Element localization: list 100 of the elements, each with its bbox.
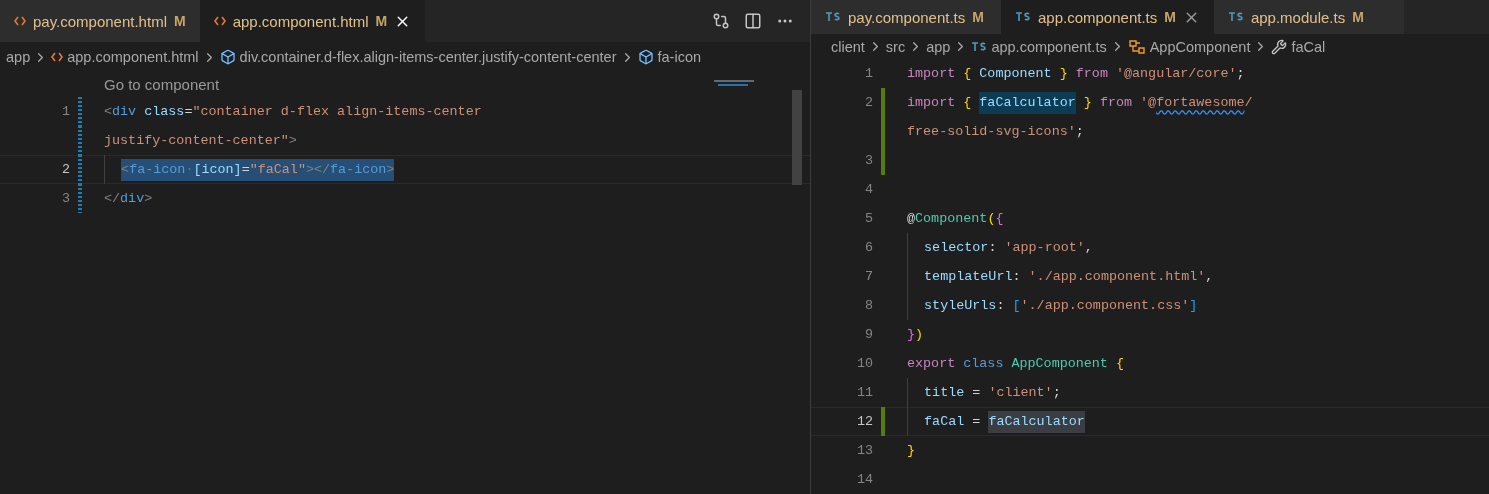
code-token: title [924,383,965,402]
modified-status-label: M [173,13,186,29]
code-token: '@ [1140,93,1157,112]
code-token: class [143,102,185,121]
codelens-link[interactable]: Go to component [104,72,220,97]
code-token: import [907,64,957,83]
code-token: @ [907,209,916,228]
code-token: './app.component.css' [1020,296,1190,315]
code-token: Component [915,209,988,228]
code-token: faCal [924,412,965,431]
breadcrumb-item[interactable]: div.container.d-flex.align-items-center.justify-content-center [219,49,617,65]
line-number: 10 [855,356,873,371]
code-token: / [1244,93,1253,112]
line-number: 2 [863,95,873,110]
line-number: 8 [863,298,873,313]
code-token: { [995,209,1004,228]
code-token: { [963,64,972,83]
ts-file-icon [1227,12,1244,23]
editor-tab[interactable]: pay.component.html M [0,0,200,42]
split-editor-icon[interactable] [744,12,762,30]
line-number: 7 [863,269,873,284]
breadcrumb-item[interactable]: fa-icon [637,49,702,65]
code-token: Component [978,64,1053,83]
line-number: 5 [863,211,873,226]
line-number: 6 [863,240,873,255]
line-number: 9 [863,327,873,342]
code-token: · [185,158,194,181]
cube-icon [637,49,654,65]
breadcrumb-item[interactable]: src [885,38,906,55]
line-number: 3 [60,191,70,206]
line-number: 14 [855,472,873,487]
code-token: selector [924,238,989,257]
modified-status-label: M [375,13,388,29]
modified-status-label: M [1164,9,1176,26]
code-token: > [288,131,297,150]
line-number: 2 [60,162,70,177]
breadcrumb-item[interactable]: app [926,38,951,55]
code-token: div [112,102,137,121]
tab-label: app.component.html [232,12,369,30]
ts-file-icon [825,12,841,23]
code-token: 'app-root' [1004,238,1085,257]
editor-tab[interactable]: app.module.ts M [1213,0,1404,35]
code-token: "faCal" [249,158,306,181]
code-token: faCalculator [988,410,1085,433]
line-number: 1 [863,66,873,81]
code-token: div [120,189,145,208]
line-number: 13 [855,443,873,458]
code-token: } [907,325,916,344]
line-number: 4 [863,182,873,197]
code-token: templateUrl [924,267,1013,286]
code-token: free-solid-svg-icons' [907,122,1076,141]
line-number: 12 [855,414,873,429]
code-token: import [907,93,957,112]
code-token: = [241,158,250,181]
breadcrumb-item[interactable]: faCal [1271,38,1326,55]
breadcrumb-item[interactable]: app [6,49,31,65]
code-token: { [1115,354,1124,373]
code-token: = [184,102,193,121]
code-token: > [386,158,395,181]
tab-label: pay.component.ts [848,8,966,26]
code-token: from [1074,64,1109,83]
breadcrumb-item[interactable]: app.component.html [51,49,199,65]
code-brackets-icon [213,16,226,26]
code-token: } [1082,93,1092,112]
editor-tab[interactable]: app.component.ts M [1001,0,1214,35]
breadcrumb-item[interactable]: client [831,38,865,55]
code-token: styleUrls [924,296,997,315]
code-token: ) [915,325,924,344]
line-number: 3 [863,153,873,168]
code-token: AppComponent [1011,354,1109,373]
code-token: fa-icon [129,158,186,181]
line-number: 1 [60,104,70,119]
code-token: = [971,383,982,402]
modified-status-label: M [972,9,984,26]
code-token: { [963,93,973,112]
scrollbar-thumb[interactable] [792,90,802,185]
breadcrumb-item[interactable]: app.component.ts [971,38,1107,55]
compare-changes-icon[interactable] [712,12,730,30]
code-token: < [104,102,113,121]
tab-label: pay.component.html [33,12,167,30]
tab-label: app.component.ts [1038,8,1158,26]
editor-tab[interactable]: app.component.html M [199,0,426,42]
ts-file-icon [971,41,988,52]
modified-status-label: M [1352,9,1364,26]
code-token: ></ [305,158,331,181]
ts-file-icon [1015,12,1031,23]
code-token: , [1084,238,1093,257]
code-token: } [1059,64,1068,83]
code-token: > [144,189,153,208]
code-token: : [988,238,998,257]
code-token: 'client' [988,383,1053,402]
tab-label: app.module.ts [1250,8,1346,26]
code-token: class [963,354,1005,373]
editor-tab[interactable]: pay.component.ts M [811,0,1001,35]
code-token: ( [987,209,996,228]
code-token: : [996,296,1006,315]
cube-icon [219,49,236,65]
breadcrumb-item[interactable]: AppComponent [1127,38,1251,55]
code-token: </ [104,189,121,208]
code-token: from [1098,93,1134,112]
